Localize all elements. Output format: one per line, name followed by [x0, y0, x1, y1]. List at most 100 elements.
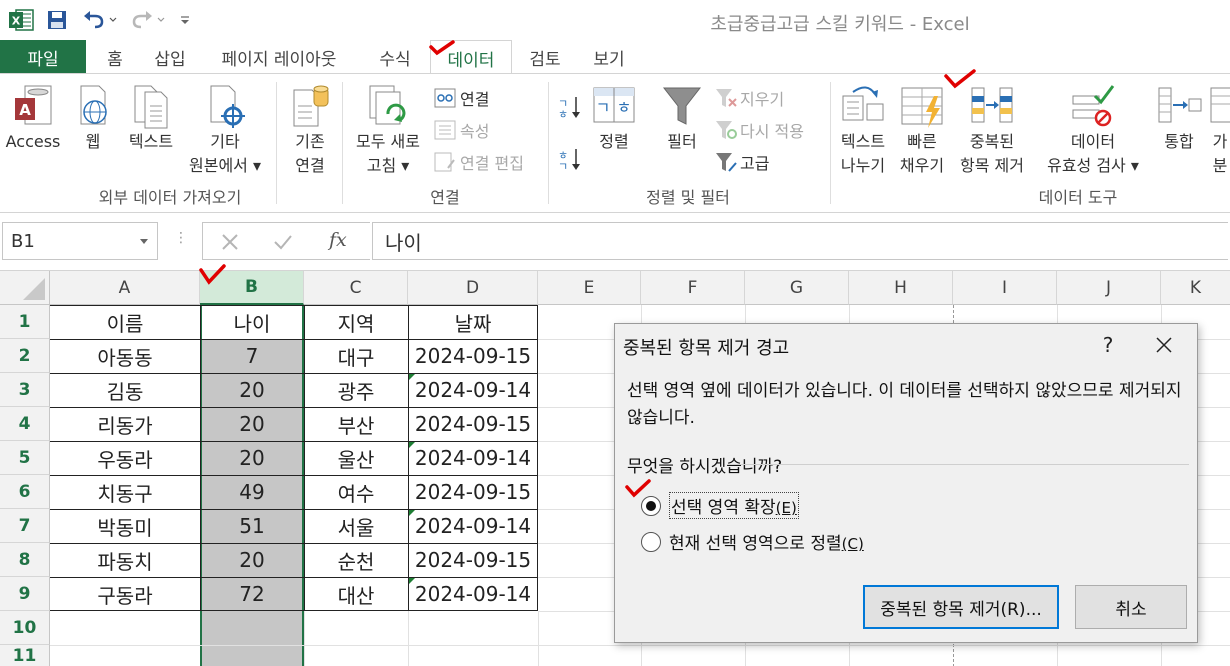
row-header-2[interactable]: 2: [0, 339, 50, 373]
error-indicator-icon[interactable]: [409, 442, 415, 448]
cell-b7[interactable]: 51: [200, 509, 304, 543]
save-icon[interactable]: [42, 8, 72, 32]
cell-d6[interactable]: 2024-09-15: [408, 475, 538, 509]
properties-button[interactable]: 속성: [434, 118, 489, 142]
cell-c6[interactable]: 여수: [304, 475, 408, 509]
sort-button[interactable]: ㄱ ㅎ 정렬: [588, 82, 640, 154]
cell-c3[interactable]: 광주: [304, 373, 408, 407]
consolidate-button[interactable]: 통합: [1150, 82, 1208, 154]
col-header-a[interactable]: A: [50, 271, 200, 305]
row-header-6[interactable]: 6: [0, 475, 50, 509]
tab-home[interactable]: 홈: [92, 40, 138, 74]
cell-b6[interactable]: 49: [200, 475, 304, 509]
cell-c5[interactable]: 울산: [304, 441, 408, 475]
tab-insert[interactable]: 삽입: [144, 40, 196, 74]
radio-current-selection[interactable]: 현재 선택 영역으로 정렬(C): [641, 529, 864, 554]
tab-file[interactable]: 파일: [0, 40, 86, 74]
cell-d9[interactable]: 2024-09-14: [408, 577, 538, 611]
col-header-g[interactable]: G: [745, 271, 849, 305]
cell-a7[interactable]: 박동미: [50, 509, 200, 543]
customize-qat-icon[interactable]: [176, 8, 194, 32]
reapply-button[interactable]: 다시 적용: [714, 118, 804, 142]
cell-c2[interactable]: 대구: [304, 339, 408, 373]
cell-b5[interactable]: 20: [200, 441, 304, 475]
filter-button[interactable]: 필터: [656, 82, 708, 154]
tab-view[interactable]: 보기: [582, 40, 636, 74]
tab-formulas[interactable]: 수식: [368, 40, 422, 74]
help-button[interactable]: ?: [1093, 330, 1123, 360]
cell-b9[interactable]: 72: [200, 577, 304, 611]
col-header-i[interactable]: I: [953, 271, 1057, 305]
row-header-8[interactable]: 8: [0, 543, 50, 577]
close-button[interactable]: [1149, 330, 1179, 360]
error-indicator-icon[interactable]: [409, 510, 415, 516]
radio-unselected-icon[interactable]: [641, 531, 661, 552]
row-header-9[interactable]: 9: [0, 577, 50, 611]
cell-c4[interactable]: 부산: [304, 407, 408, 441]
data-validation-button[interactable]: 데이터 유효성 검사 ▾: [1036, 82, 1150, 178]
cell-d7[interactable]: 2024-09-14: [408, 509, 538, 543]
col-header-h[interactable]: H: [849, 271, 953, 305]
row-header-3[interactable]: 3: [0, 373, 50, 407]
col-header-e[interactable]: E: [538, 271, 641, 305]
cell-a8[interactable]: 파동치: [50, 543, 200, 577]
cell-d4[interactable]: 2024-09-15: [408, 407, 538, 441]
cell-d8[interactable]: 2024-09-15: [408, 543, 538, 577]
confirm-entry-icon[interactable]: [273, 233, 293, 251]
advanced-filter-button[interactable]: 고급: [714, 150, 769, 174]
row-header-11[interactable]: 11: [0, 645, 50, 666]
edit-links-button[interactable]: 연결 편집: [434, 150, 524, 174]
cell-a6[interactable]: 치동구: [50, 475, 200, 509]
row-header-7[interactable]: 7: [0, 509, 50, 543]
cell-b4[interactable]: 20: [200, 407, 304, 441]
existing-connections-button[interactable]: 기존 연결: [282, 82, 338, 178]
cell-a5[interactable]: 우동라: [50, 441, 200, 475]
row-header-10[interactable]: 10: [0, 611, 50, 645]
cell-a3[interactable]: 김동: [50, 373, 200, 407]
cell-c9[interactable]: 대산: [304, 577, 408, 611]
row-header-4[interactable]: 4: [0, 407, 50, 441]
access-button[interactable]: A Access: [2, 82, 64, 154]
cell-a9[interactable]: 구동라: [50, 577, 200, 611]
error-indicator-icon[interactable]: [409, 374, 415, 380]
remove-duplicates-button[interactable]: 중복된 항목 제거: [950, 82, 1034, 178]
refresh-all-button[interactable]: 모두 새로 고침 ▾: [346, 82, 430, 178]
chevron-down-icon[interactable]: [139, 238, 149, 246]
what-if-analysis-button[interactable]: 가 분: [1210, 82, 1230, 178]
col-header-f[interactable]: F: [641, 271, 745, 305]
tab-page-layout[interactable]: 페이지 레이아웃: [204, 40, 354, 74]
text-to-columns-button[interactable]: 텍스트 나누기: [832, 82, 894, 178]
cell-b2[interactable]: 7: [200, 339, 304, 373]
cell-b1[interactable]: 나이: [200, 305, 304, 339]
cancel-entry-icon[interactable]: [221, 233, 239, 251]
cell-c7[interactable]: 서울: [304, 509, 408, 543]
undo-icon[interactable]: [80, 8, 120, 32]
remove-duplicates-confirm-button[interactable]: 중복된 항목 제거(R)...: [863, 585, 1059, 629]
cell-c8[interactable]: 순천: [304, 543, 408, 577]
flash-fill-button[interactable]: 빠른 채우기: [894, 82, 950, 178]
insert-function-icon[interactable]: fx: [329, 229, 347, 251]
error-indicator-icon[interactable]: [409, 578, 415, 584]
text-import-button[interactable]: 텍스트: [120, 82, 182, 154]
col-header-d[interactable]: D: [408, 271, 538, 305]
cell-a1[interactable]: 이름: [50, 305, 200, 339]
other-sources-button[interactable]: 기타 원본에서 ▾: [180, 82, 270, 178]
sort-asc-button[interactable]: ㄱ ㅎ: [556, 94, 582, 120]
row-header-5[interactable]: 5: [0, 441, 50, 475]
cell-a4[interactable]: 리동가: [50, 407, 200, 441]
clear-filter-button[interactable]: 지우기: [714, 86, 784, 110]
web-button[interactable]: 웹: [68, 82, 118, 154]
select-all-button[interactable]: [0, 271, 50, 305]
cell-d1[interactable]: 날짜: [408, 305, 538, 339]
tab-review[interactable]: 검토: [518, 40, 572, 74]
cell-d5[interactable]: 2024-09-14: [408, 441, 538, 475]
col-header-c[interactable]: C: [304, 271, 408, 305]
cancel-button[interactable]: 취소: [1075, 585, 1187, 629]
cell-b3[interactable]: 20: [200, 373, 304, 407]
col-header-k[interactable]: K: [1161, 271, 1230, 305]
formula-input[interactable]: 나이: [372, 222, 1228, 260]
name-box[interactable]: B1: [2, 222, 158, 260]
cell-d2[interactable]: 2024-09-15: [408, 339, 538, 373]
cell-b8[interactable]: 20: [200, 543, 304, 577]
connections-button[interactable]: 연결: [434, 86, 489, 110]
